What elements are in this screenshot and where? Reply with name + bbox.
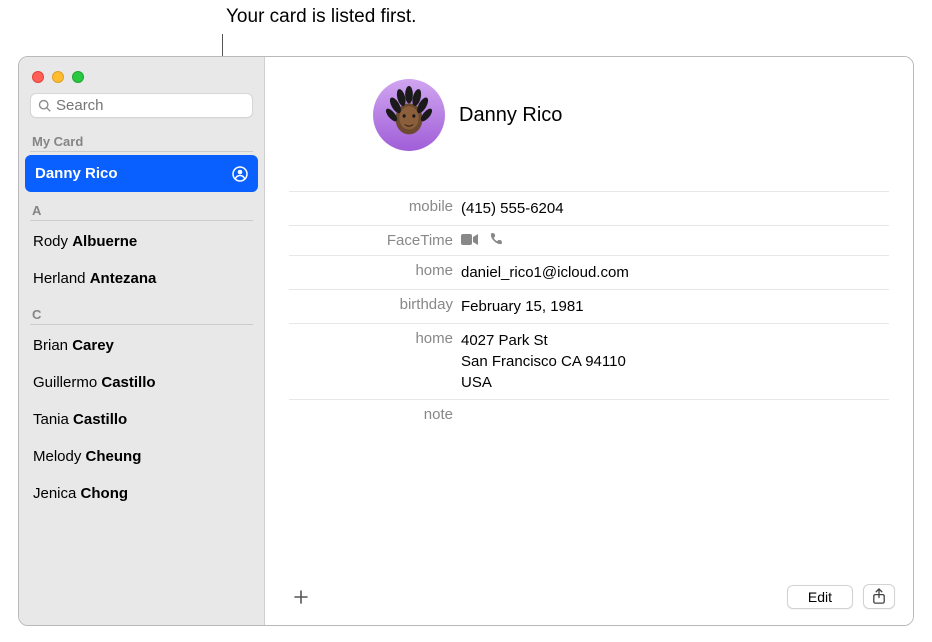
search-field[interactable]: [30, 93, 253, 118]
plus-icon: [293, 589, 309, 605]
section-divider: [30, 220, 253, 221]
share-icon: [872, 588, 886, 605]
contact-first: Jenica: [33, 485, 76, 502]
help-annotation: Your card is listed first.: [226, 6, 416, 28]
field-row-birthday[interactable]: birthday February 15, 1981: [289, 289, 889, 323]
maximize-window-button[interactable]: [72, 71, 84, 83]
detail-header: Danny Rico: [265, 57, 913, 191]
contact-item[interactable]: Jenica Chong: [19, 475, 264, 512]
section-header-a: A: [19, 193, 264, 220]
sidebar: My Card Danny Rico A Rody Albuerne Herla…: [19, 57, 265, 625]
detail-body: mobile (415) 555-6204 FaceTime home dani…: [265, 191, 913, 572]
avatar-memoji-icon: [378, 84, 440, 146]
contact-first: Guillermo: [33, 374, 97, 391]
edit-button[interactable]: Edit: [787, 585, 853, 609]
phone-icon[interactable]: [489, 232, 503, 246]
field-label: FaceTime: [289, 232, 453, 249]
me-badge-icon: [232, 166, 248, 182]
contact-first: Brian: [33, 337, 68, 354]
field-label: note: [289, 406, 453, 423]
contact-last: Chong: [81, 485, 128, 502]
contact-last: Cheung: [86, 448, 142, 465]
contact-item[interactable]: Rody Albuerne: [19, 223, 264, 260]
field-value: [461, 232, 503, 246]
contact-last: Castillo: [101, 374, 155, 391]
field-label: birthday: [289, 296, 453, 313]
contact-item[interactable]: Guillermo Castillo: [19, 364, 264, 401]
contact-first: Melody: [33, 448, 81, 465]
contact-first: Danny: [35, 165, 81, 182]
field-label: home: [289, 330, 453, 347]
section-divider: [30, 151, 253, 152]
contact-last: Castillo: [73, 411, 127, 428]
field-row-address[interactable]: home 4027 Park St San Francisco CA 94110…: [289, 323, 889, 399]
section-header-c: C: [19, 297, 264, 324]
detail-footer: Edit: [265, 572, 913, 625]
section-my-card: My Card: [19, 124, 264, 151]
contact-detail-pane: Danny Rico mobile (415) 555-6204 FaceTim…: [265, 57, 913, 625]
field-value: daniel_rico1@icloud.com: [461, 262, 629, 283]
contact-first: Rody: [33, 233, 68, 250]
add-contact-button[interactable]: [283, 585, 319, 609]
close-window-button[interactable]: [32, 71, 44, 83]
contact-list: Danny Rico A Rody Albuerne Herland Antez…: [19, 154, 264, 625]
field-row-mobile[interactable]: mobile (415) 555-6204: [289, 191, 889, 225]
contact-item[interactable]: Brian Carey: [19, 327, 264, 364]
field-row-email[interactable]: home daniel_rico1@icloud.com: [289, 255, 889, 289]
field-value: February 15, 1981: [461, 296, 584, 317]
field-label: mobile: [289, 198, 453, 215]
minimize-window-button[interactable]: [52, 71, 64, 83]
contact-first: Tania: [33, 411, 69, 428]
section-divider: [30, 324, 253, 325]
contact-last: Rico: [85, 165, 118, 182]
contact-first: Herland: [33, 270, 86, 287]
contact-item-my-card[interactable]: Danny Rico: [25, 155, 258, 192]
contact-item[interactable]: Herland Antezana: [19, 260, 264, 297]
field-row-note[interactable]: note: [289, 399, 889, 429]
contact-last: Carey: [72, 337, 114, 354]
video-icon[interactable]: [461, 233, 479, 246]
share-button[interactable]: [863, 584, 895, 609]
search-input[interactable]: [56, 97, 245, 114]
window-controls: [19, 57, 264, 93]
contact-last: Antezana: [90, 270, 157, 287]
field-value: 4027 Park St San Francisco CA 94110 USA: [461, 330, 626, 393]
field-label: home: [289, 262, 453, 279]
contact-item[interactable]: Melody Cheung: [19, 438, 264, 475]
search-icon: [38, 99, 52, 113]
contact-item[interactable]: Tania Castillo: [19, 401, 264, 438]
field-value: (415) 555-6204: [461, 198, 564, 219]
contacts-window: My Card Danny Rico A Rody Albuerne Herla…: [18, 56, 914, 626]
contact-last: Albuerne: [72, 233, 137, 250]
field-row-facetime[interactable]: FaceTime: [289, 225, 889, 255]
avatar[interactable]: [373, 79, 445, 151]
contact-name: Danny Rico: [459, 104, 562, 127]
